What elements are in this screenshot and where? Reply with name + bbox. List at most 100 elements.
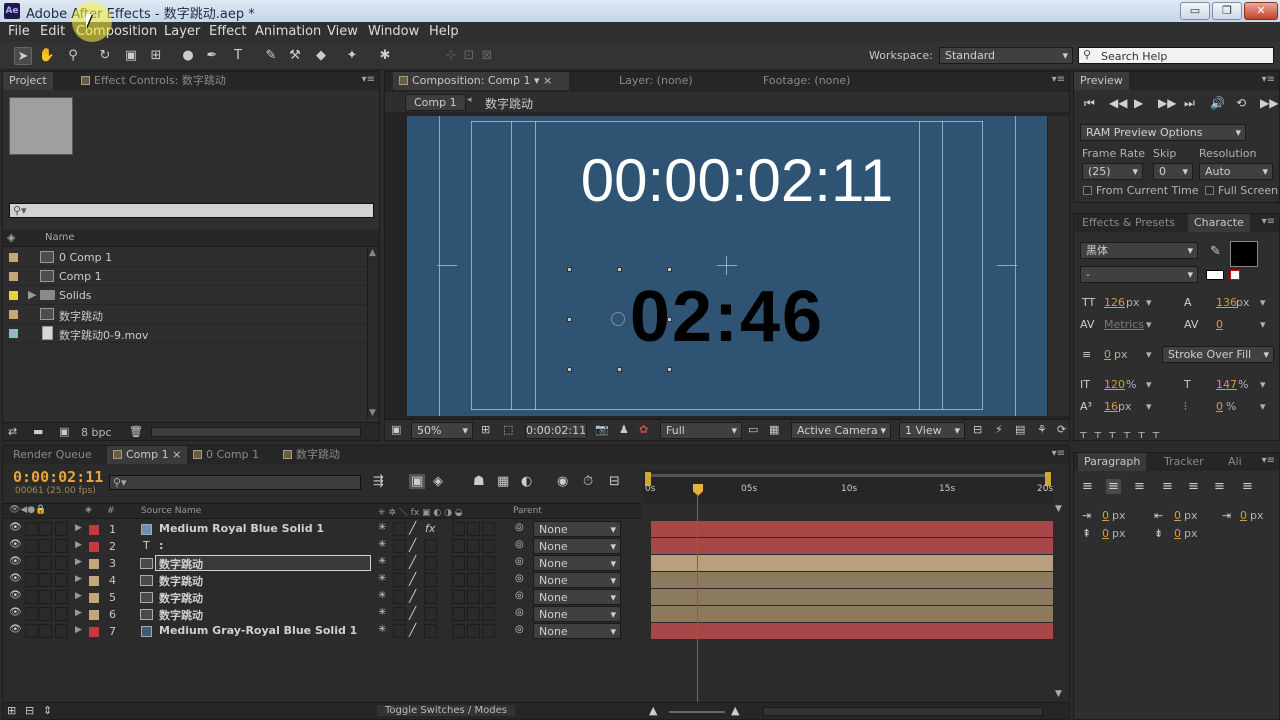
toggle-switches-modes-button[interactable]: Toggle Switches / Modes [377, 705, 515, 716]
vertical-scale-dropdown-icon[interactable]: ▾ [1146, 378, 1152, 391]
skip-dropdown[interactable]: 0 [1153, 163, 1193, 180]
layer-name[interactable]: Medium Gray-Royal Blue Solid 1 [159, 624, 357, 637]
tab-comp1[interactable]: Comp 1 × [107, 446, 188, 464]
solo-toggle[interactable] [39, 590, 52, 604]
snapshot-camera-icon[interactable]: 📷 [595, 423, 609, 436]
shy-switch-icon[interactable]: ✳ [378, 556, 386, 567]
rotate-tool-icon[interactable]: ↻ [96, 47, 114, 65]
shy-switch-icon[interactable]: ✳ [378, 624, 386, 635]
menu-window[interactable]: Window [368, 24, 419, 39]
delete-icon[interactable]: 🗑 [129, 425, 143, 438]
pickwhip-icon[interactable]: ◎ [515, 624, 524, 635]
stroke-width-value[interactable]: 0 [1104, 348, 1111, 361]
parent-dropdown[interactable]: None [533, 572, 621, 588]
scroll-down-icon[interactable]: ▼ [369, 408, 376, 418]
audio-toggle[interactable] [25, 607, 38, 621]
clone-stamp-tool-icon[interactable]: ⚒ [286, 47, 304, 65]
expand-arrow-icon[interactable]: ▶ [28, 288, 36, 301]
expand-arrow-icon[interactable]: ▶ [75, 608, 82, 618]
panel-menu-icon[interactable]: ▾≡ [1262, 74, 1275, 85]
search-help-input[interactable]: ⚲ Search Help [1078, 47, 1274, 64]
layer-name[interactable]: 数字跳动 [159, 573, 203, 589]
puppet-tool-icon[interactable]: ✱ [376, 47, 394, 65]
shy-switch-icon[interactable]: ✳ [378, 522, 386, 533]
leading-dropdown-icon[interactable]: ▾ [1260, 296, 1266, 309]
horizontal-scale-dropdown-icon[interactable]: ▾ [1260, 378, 1266, 391]
motion-blur-switch[interactable] [467, 590, 480, 604]
text-style-buttons[interactable]: TTTTTT [1080, 430, 1275, 438]
layer-name[interactable]: Medium Royal Blue Solid 1 [159, 522, 324, 535]
lock-toggle[interactable] [55, 522, 68, 536]
align-right-icon[interactable]: ≡ [1134, 479, 1145, 494]
quality-switch-icon[interactable]: ╱ [409, 623, 416, 637]
column-parent[interactable]: Parent [513, 506, 542, 516]
quality-switch-icon[interactable]: ╱ [409, 555, 416, 569]
tab-composition[interactable]: Composition: Comp 1 ▾ × [393, 72, 569, 90]
stroke-width-dropdown-icon[interactable]: ▾ [1146, 348, 1152, 361]
expand-arrow-icon[interactable]: ▶ [75, 557, 82, 567]
full-screen-checkbox[interactable] [1205, 186, 1214, 195]
kerning-dropdown-icon[interactable]: ▾ [1146, 318, 1152, 331]
label-column-icon[interactable]: ◈ [85, 505, 92, 515]
indent-right-value[interactable]: 0 [1174, 509, 1181, 522]
tab-effects-presets[interactable]: Effects & Presets [1076, 214, 1181, 232]
audio-toggle[interactable] [25, 539, 38, 553]
tab-effect-controls[interactable]: Effect Controls: 数字跳动 [75, 72, 232, 90]
adjustment-switch[interactable] [482, 607, 495, 621]
expand-arrow-icon[interactable]: ▶ [75, 523, 82, 533]
layer-row[interactable]: 👁 ▶ 7 Medium Gray-Royal Blue Solid 1 ✳ ╱ ◎ None [3, 623, 1055, 640]
mask-visibility-icon[interactable]: ⬚ [503, 423, 513, 436]
expand-arrow-icon[interactable]: ▶ [75, 625, 82, 635]
pickwhip-icon[interactable]: ◎ [515, 539, 524, 550]
layer-row[interactable]: 👁 ▶ 1 Medium Royal Blue Solid 1 ✳ ╱ fx ◎ None [3, 521, 1055, 538]
region-of-interest-icon[interactable]: ▭ [748, 423, 758, 436]
menu-view[interactable]: View [327, 24, 358, 39]
lock-toggle[interactable] [55, 607, 68, 621]
justify-all-icon[interactable]: ≡ [1242, 479, 1253, 494]
ram-preview-options-dropdown[interactable]: RAM Preview Options [1080, 124, 1246, 141]
parent-dropdown[interactable]: None [533, 606, 621, 622]
panel-menu-icon[interactable]: ▾≡ [1052, 74, 1065, 85]
show-snapshot-icon[interactable]: ♟ [619, 423, 629, 436]
audio-toggle[interactable] [25, 624, 38, 638]
frame-blend-switch[interactable] [452, 624, 465, 638]
adjustment-switch[interactable] [482, 539, 495, 553]
audio-toggle[interactable] [25, 556, 38, 570]
solo-toggle[interactable] [39, 607, 52, 621]
motion-blur-icon[interactable]: ◐ [521, 474, 532, 489]
timeline-scrollbar[interactable]: ▼ ▼ [1055, 504, 1067, 699]
list-item[interactable]: Comp 1 [3, 267, 367, 286]
graph-editor-icon[interactable]: ⊟ [609, 474, 620, 489]
font-family-dropdown[interactable]: 黑体 [1080, 242, 1198, 259]
first-line-indent-value[interactable]: 0 [1240, 509, 1247, 522]
layer-handle[interactable] [567, 267, 572, 272]
toggle-pixel-aspect-icon[interactable]: ⊟ [973, 423, 982, 436]
layer-row[interactable]: 👁 ▶ 2 T: ✳ ╱ ◎ None [3, 538, 1055, 555]
pickwhip-icon[interactable]: ◎ [515, 607, 524, 618]
panel-menu-icon[interactable]: ▾≡ [1262, 216, 1275, 227]
collapse-switch[interactable] [393, 590, 406, 604]
roto-brush-tool-icon[interactable]: ✦ [343, 47, 361, 65]
audio-toggle[interactable] [25, 522, 38, 536]
layer-duration-bar[interactable] [651, 538, 1053, 555]
quality-switch-icon[interactable]: ╱ [409, 589, 416, 603]
adjustment-switch[interactable] [482, 624, 495, 638]
tab-layer[interactable]: Layer: (none) [613, 72, 699, 90]
loop-icon[interactable]: ⟲ [1236, 96, 1246, 110]
maximize-button[interactable]: ❐ [1212, 2, 1242, 20]
layer-name[interactable]: : [159, 539, 163, 552]
ram-preview-icon[interactable]: ▶▶ [1260, 96, 1278, 110]
tab-tracker[interactable]: Tracker [1158, 453, 1210, 471]
draft-3d-icon[interactable]: ◈ [433, 474, 443, 489]
list-item[interactable]: 数字跳动0-9.mov [3, 324, 367, 343]
menu-help[interactable]: Help [429, 24, 459, 39]
shy-switch-icon[interactable]: ✳ [378, 607, 386, 618]
frame-blend-switch[interactable] [452, 590, 465, 604]
tab-shuzitiaodong[interactable]: 数字跳动 [277, 446, 346, 464]
zoom-in-icon[interactable]: ▲ [731, 704, 739, 717]
parent-dropdown[interactable]: None [533, 589, 621, 605]
viewer-timecode[interactable]: 0:00:02:11 [525, 422, 587, 439]
pickwhip-icon[interactable]: ◎ [515, 590, 524, 601]
eraser-tool-icon[interactable]: ◆ [312, 47, 330, 65]
justify-right-icon[interactable]: ≡ [1214, 479, 1225, 494]
